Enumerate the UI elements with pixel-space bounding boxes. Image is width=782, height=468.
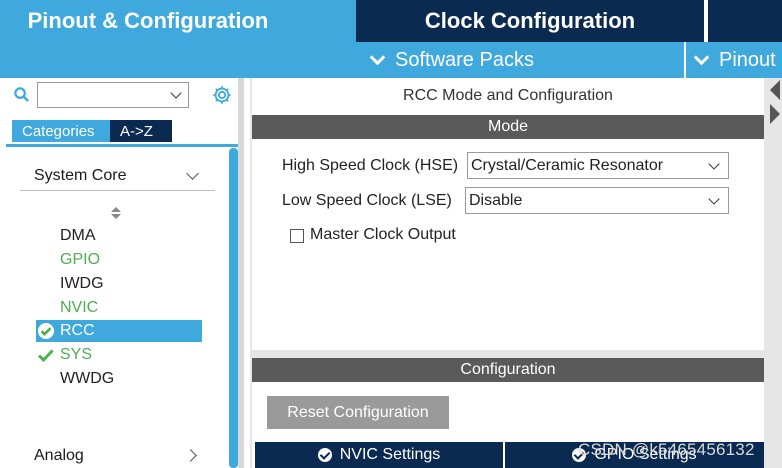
chevron-down-icon <box>186 167 199 180</box>
mode-header-label: Mode <box>487 118 529 135</box>
pinout-menu[interactable]: Pinout <box>692 42 776 78</box>
left-panel-scrollbar[interactable] <box>229 148 238 468</box>
panel-collapse-icon[interactable] <box>766 78 782 138</box>
tab-nvic-settings-label: NVIC Settings <box>339 446 441 463</box>
tab-a-to-z-label: A->Z <box>120 122 153 140</box>
right-panel: RCC Mode and Configuration Mode High Spe… <box>250 78 782 468</box>
mode-area: RCC Mode and Configuration Mode High Spe… <box>252 78 764 350</box>
lse-select-value: Disable <box>469 191 523 209</box>
mco-label: Master Clock Output <box>310 226 456 243</box>
hse-label: High Speed Clock (HSE) <box>282 157 459 174</box>
check-circle-icon <box>317 448 332 462</box>
tab-pinout-configuration[interactable]: Pinout & Configuration <box>0 0 356 42</box>
lse-select[interactable]: Disable <box>465 187 729 214</box>
panel-title: RCC Mode and Configuration <box>403 87 613 104</box>
peripheral-label: SYS <box>60 346 93 363</box>
reset-configuration-label: Reset Configuration <box>287 403 429 421</box>
tab-more[interactable] <box>706 0 782 42</box>
tab-categories-label: Categories <box>22 122 95 140</box>
search-icon <box>14 87 29 102</box>
peripheral-wwdg[interactable]: WWDG <box>36 368 202 390</box>
left-panel: Categories A->Z System Core DMA GPIO IWD… <box>0 78 244 468</box>
hse-select-value: Crystal/Ceramic Resonator <box>471 156 664 174</box>
tab-nvic-settings[interactable]: NVIC Settings <box>255 442 503 468</box>
tab-clock-label: Clock Configuration <box>424 8 636 33</box>
peripheral-label: DMA <box>60 227 96 244</box>
chevron-down-icon <box>369 49 386 65</box>
chevron-down-icon <box>170 87 182 99</box>
peripheral-iwdg[interactable]: IWDG <box>36 273 202 295</box>
peripheral-rcc[interactable]: RCC <box>36 320 202 342</box>
reset-configuration-button[interactable]: Reset Configuration <box>267 396 449 429</box>
watermark: CSDN @k5465456132 <box>578 440 755 459</box>
configuration-header-label: Configuration <box>460 361 556 378</box>
peripheral-label: WWDG <box>60 370 115 387</box>
peripheral-label: NVIC <box>60 299 99 316</box>
lse-label: Low Speed Clock (LSE) <box>282 192 452 209</box>
tab-a-to-z[interactable]: A->Z <box>110 120 172 142</box>
group-analog[interactable]: Analog <box>20 441 215 468</box>
peripheral-nvic[interactable]: NVIC <box>36 297 202 319</box>
group-system-core-label: System Core <box>34 166 127 184</box>
chevron-down-icon <box>693 49 710 65</box>
pinout-menu-label: Pinout <box>719 48 776 71</box>
configuration-header: Configuration <box>252 358 764 382</box>
category-tabs: Categories A->Z <box>12 120 172 142</box>
peripheral-label: RCC <box>60 322 95 339</box>
gear-icon[interactable] <box>211 84 233 106</box>
software-packs-label: Software Packs <box>395 48 534 71</box>
mode-header: Mode <box>252 115 764 139</box>
chevron-right-icon <box>184 449 197 462</box>
peripheral-sys[interactable]: SYS <box>36 344 202 366</box>
hse-select[interactable]: Crystal/Ceramic Resonator <box>467 152 729 179</box>
sort-icon[interactable] <box>110 206 122 220</box>
check-icon <box>37 349 54 363</box>
chevron-down-icon <box>708 193 720 205</box>
sub-menu-bar: Software Packs Pinout <box>0 42 782 78</box>
search-input[interactable] <box>37 82 189 108</box>
tab-pinout-label: Pinout & Configuration <box>27 8 269 33</box>
peripheral-label: GPIO <box>60 251 101 268</box>
category-tab-underline <box>6 144 238 147</box>
peripheral-gpio[interactable]: GPIO <box>36 249 202 271</box>
check-circle-icon <box>38 323 54 339</box>
tab-clock-configuration[interactable]: Clock Configuration <box>356 0 704 42</box>
chevron-down-icon <box>708 158 720 170</box>
software-packs-menu[interactable]: Software Packs <box>368 42 534 78</box>
peripheral-dma[interactable]: DMA <box>36 225 202 247</box>
group-system-core[interactable]: System Core <box>20 161 215 191</box>
subbar-separator <box>684 42 686 78</box>
peripheral-label: IWDG <box>60 275 104 292</box>
tab-categories[interactable]: Categories <box>12 120 110 142</box>
group-analog-label: Analog <box>34 447 84 464</box>
mco-checkbox[interactable] <box>290 229 304 243</box>
